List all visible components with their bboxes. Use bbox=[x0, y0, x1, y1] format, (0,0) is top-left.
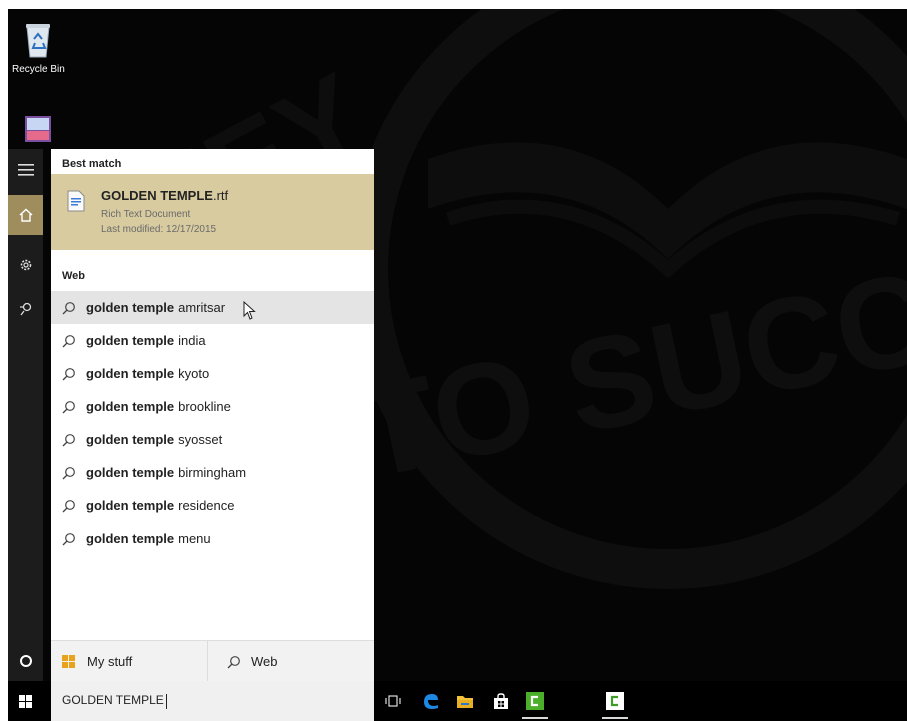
search-icon bbox=[62, 499, 82, 513]
hamburger-button[interactable] bbox=[8, 150, 43, 190]
camtasia-studio-icon bbox=[606, 692, 624, 710]
suggestion-bold: golden temple bbox=[86, 465, 175, 480]
web-suggestion-item[interactable]: golden temple birmingham bbox=[51, 456, 374, 489]
shortcut-icon bbox=[25, 116, 51, 142]
suggestion-rest: syosset bbox=[178, 432, 223, 447]
search-query-value: GOLDEN TEMPLE bbox=[62, 693, 164, 708]
web-suggestion-item[interactable]: golden temple residence bbox=[51, 489, 374, 522]
rail-feedback-button[interactable] bbox=[8, 289, 43, 329]
mouse-cursor-icon bbox=[243, 301, 256, 320]
suggestion-bold: golden temple bbox=[86, 366, 175, 381]
suggestion-bold: golden temple bbox=[86, 531, 175, 546]
web-suggestion-item[interactable]: golden temple kyoto bbox=[51, 357, 374, 390]
web-suggestion-item[interactable]: golden temple india bbox=[51, 324, 374, 357]
rail-settings-button[interactable] bbox=[8, 245, 43, 285]
document-icon bbox=[67, 190, 85, 212]
start-rail bbox=[8, 149, 43, 681]
suggestion-rest: residence bbox=[178, 498, 235, 513]
taskbar: GOLDEN TEMPLE bbox=[8, 655, 907, 721]
task-view-button[interactable] bbox=[376, 681, 410, 721]
feedback-icon bbox=[19, 302, 31, 316]
recycle-bin-icon bbox=[26, 24, 50, 58]
web-filter-label: Web bbox=[251, 654, 278, 669]
best-match-heading: Best match bbox=[62, 158, 122, 170]
camtasia-recorder-button[interactable] bbox=[518, 681, 552, 721]
suggestion-bold: golden temple bbox=[86, 432, 175, 447]
camtasia-icon bbox=[526, 692, 544, 710]
edge-button[interactable] bbox=[414, 681, 448, 721]
desktop: KEY TO SUCC Recycle Bin bbox=[8, 9, 907, 721]
camtasia-studio-button[interactable] bbox=[598, 681, 632, 721]
search-query-text: GOLDEN TEMPLE bbox=[62, 693, 167, 709]
folder-icon bbox=[457, 695, 473, 708]
search-icon bbox=[62, 466, 82, 480]
best-match-title-name: GOLDEN TEMPLE bbox=[101, 188, 213, 203]
web-filter-button[interactable]: Web bbox=[227, 641, 367, 682]
best-match-modified: Last modified: 12/17/2015 bbox=[101, 224, 217, 235]
search-results-panel: Best match GOLDEN TEMPLE.rtf Rich Text D… bbox=[51, 149, 374, 682]
watermark-line2: TO SUCC bbox=[343, 242, 907, 506]
cortana-button[interactable] bbox=[8, 641, 43, 681]
search-icon bbox=[62, 400, 82, 414]
gear-icon bbox=[20, 259, 31, 271]
my-stuff-button[interactable]: My stuff bbox=[62, 641, 202, 682]
store-icon bbox=[494, 692, 508, 709]
best-match-title: GOLDEN TEMPLE.rtf bbox=[101, 188, 228, 203]
suggestion-bold: golden temple bbox=[86, 498, 175, 513]
edge-icon bbox=[424, 694, 438, 709]
start-button[interactable] bbox=[8, 681, 43, 721]
my-stuff-label: My stuff bbox=[87, 654, 133, 669]
web-suggestion-item[interactable]: golden temple menu bbox=[51, 522, 374, 555]
suggestion-rest: menu bbox=[178, 531, 211, 546]
suggestion-rest: kyoto bbox=[178, 366, 210, 381]
web-suggestion-item[interactable]: golden temple syosset bbox=[51, 423, 374, 456]
text-caret bbox=[165, 693, 167, 709]
filter-divider bbox=[207, 641, 208, 682]
desktop-icon-shortcut[interactable] bbox=[12, 115, 64, 146]
suggestion-rest: india bbox=[178, 333, 206, 348]
web-suggestion-item[interactable]: golden temple brookline bbox=[51, 390, 374, 423]
recycle-bin-label: Recycle Bin bbox=[12, 64, 65, 75]
suggestion-bold: golden temple bbox=[86, 333, 175, 348]
best-match-title-ext: .rtf bbox=[212, 188, 229, 203]
cortana-icon bbox=[19, 655, 32, 667]
suggestion-bold: golden temple bbox=[86, 399, 175, 414]
task-view-icon bbox=[385, 695, 401, 707]
suggestion-rest: brookline bbox=[178, 399, 231, 414]
best-match-item[interactable]: GOLDEN TEMPLE.rtf Rich Text Document Las… bbox=[51, 174, 374, 250]
home-icon bbox=[19, 208, 32, 222]
search-icon bbox=[62, 367, 82, 381]
windows-logo-icon bbox=[62, 655, 75, 668]
rail-home-button[interactable] bbox=[8, 195, 43, 235]
web-heading: Web bbox=[62, 270, 86, 282]
taskbar-search-box[interactable]: GOLDEN TEMPLE bbox=[51, 681, 374, 721]
store-button[interactable] bbox=[484, 681, 518, 721]
search-icon bbox=[62, 532, 82, 546]
hamburger-icon bbox=[17, 164, 34, 176]
search-icon bbox=[62, 301, 82, 315]
suggestion-rest: birmingham bbox=[178, 465, 247, 480]
suggestion-bold: golden temple bbox=[86, 300, 175, 315]
best-match-type: Rich Text Document bbox=[101, 209, 191, 220]
search-icon bbox=[62, 334, 82, 348]
search-icon bbox=[62, 433, 82, 447]
file-explorer-button[interactable] bbox=[448, 681, 482, 721]
desktop-icon-recycle-bin[interactable]: Recycle Bin bbox=[12, 21, 65, 75]
search-filter-bar: My stuff Web bbox=[51, 640, 374, 682]
web-suggestion-item[interactable]: golden temple amritsar bbox=[51, 291, 374, 324]
search-icon bbox=[227, 655, 240, 668]
suggestion-rest: amritsar bbox=[178, 300, 226, 315]
windows-start-icon bbox=[19, 694, 32, 708]
